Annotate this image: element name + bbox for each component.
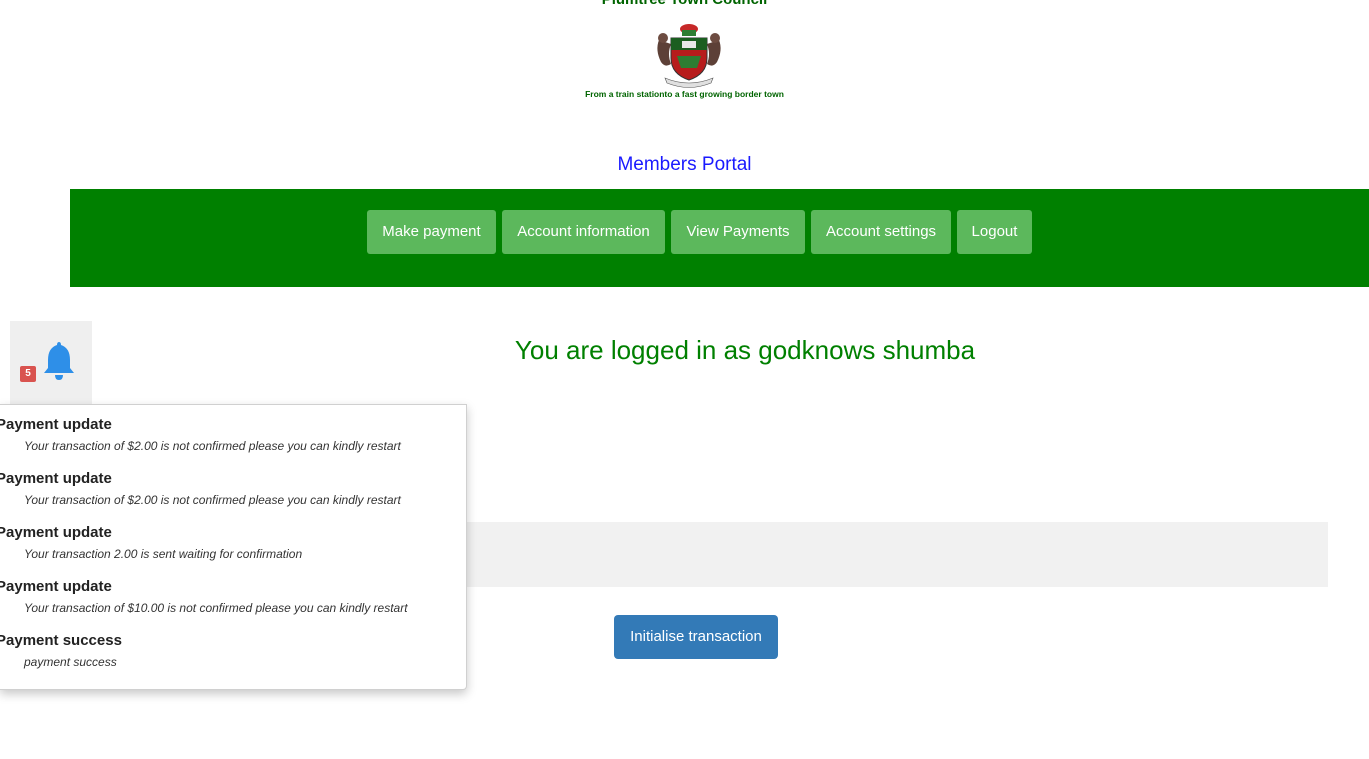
council-title: Plumtree Town Council bbox=[0, 0, 1369, 9]
notification-count-badge: 5 bbox=[20, 366, 36, 382]
logout-button[interactable]: Logout bbox=[957, 210, 1032, 254]
notification-title: Payment update bbox=[0, 470, 112, 487]
content-panel bbox=[466, 522, 1328, 587]
bell-icon bbox=[44, 342, 74, 380]
account-settings-button[interactable]: Account settings bbox=[811, 210, 951, 254]
council-motto: From a train stationto a fast growing bo… bbox=[585, 89, 784, 99]
notification-message: payment success bbox=[24, 655, 117, 669]
notification-message: Your transaction of $2.00 is not confirm… bbox=[24, 493, 401, 507]
view-payments-button[interactable]: View Payments bbox=[671, 210, 805, 254]
logged-in-message: You are logged in as godknows shumba bbox=[514, 335, 976, 365]
portal-title: Members Portal bbox=[617, 154, 752, 175]
notification-title: Payment update bbox=[0, 416, 112, 433]
notification-toggle[interactable]: 5 bbox=[10, 321, 92, 404]
notification-title: Payment update bbox=[0, 524, 112, 541]
notification-title: Payment update bbox=[0, 578, 112, 595]
council-crest-logo bbox=[657, 24, 721, 88]
notifications-dropdown: Payment update Your transaction of $2.00… bbox=[0, 404, 467, 690]
notification-message: Your transaction of $10.00 is not confir… bbox=[24, 601, 408, 615]
make-payment-button[interactable]: Make payment bbox=[367, 210, 496, 254]
notification-title: Payment success bbox=[0, 632, 122, 649]
notification-message: Your transaction of $2.00 is not confirm… bbox=[24, 439, 401, 453]
main-navbar: Make payment Account information View Pa… bbox=[70, 189, 1369, 287]
account-information-button[interactable]: Account information bbox=[502, 210, 665, 254]
initialise-transaction-button[interactable]: Initialise transaction bbox=[614, 615, 778, 659]
notification-message: Your transaction 2.00 is sent waiting fo… bbox=[24, 547, 303, 561]
